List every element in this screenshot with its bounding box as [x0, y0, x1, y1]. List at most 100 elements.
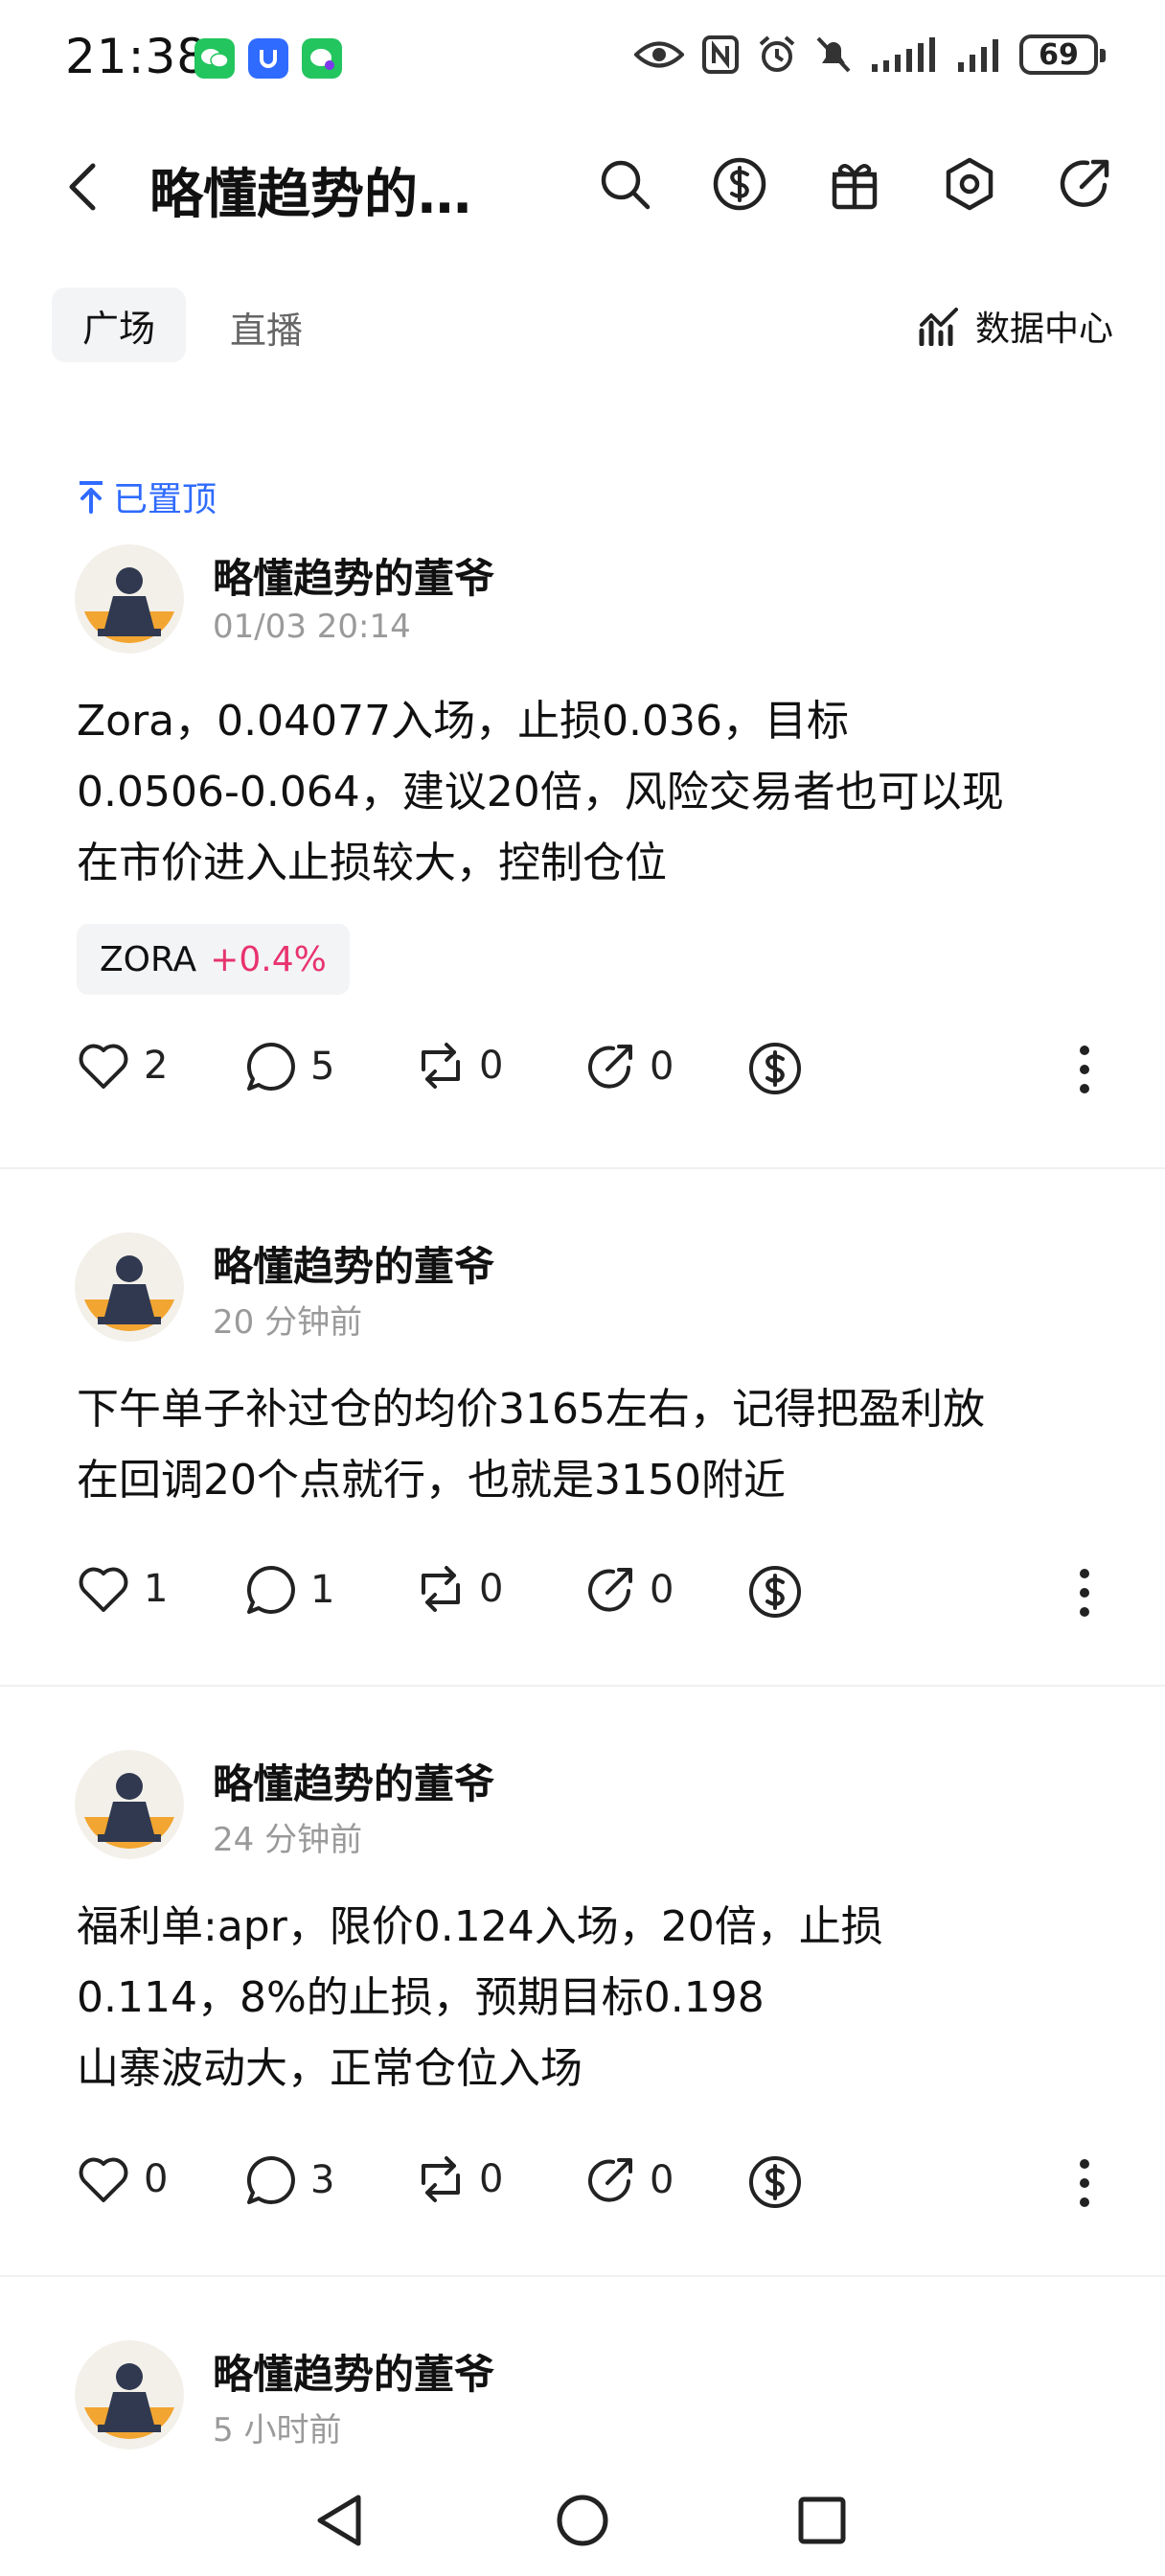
status-bar: 21:38 69	[0, 0, 1165, 115]
like-button[interactable]: 0	[77, 2154, 168, 2204]
comment-button[interactable]: 5	[245, 1041, 334, 1092]
avatar[interactable]	[75, 544, 184, 654]
tip-post-button[interactable]	[747, 2154, 803, 2210]
circle-home-icon	[557, 2495, 608, 2546]
data-center-button[interactable]: 数据中心	[918, 301, 1113, 351]
repost-button[interactable]: 0	[416, 1041, 503, 1091]
page-title: 略懂趋势的…	[149, 164, 471, 226]
share-icon	[588, 1568, 632, 1612]
search-icon	[601, 160, 651, 210]
avatar[interactable]	[75, 1232, 184, 1342]
heart-icon	[79, 1044, 128, 1089]
content-line: 在市价进入止损较大，控制仓位	[77, 839, 667, 887]
post-content[interactable]: 福利单:apr，限价0.124入场，20倍，止损 0.114，8%的止损，预期目…	[77, 1892, 1092, 2104]
comment-count: 1	[310, 1568, 335, 1612]
post-actions: 2 5 0 0	[77, 1041, 1092, 1102]
repost-button[interactable]: 0	[416, 1564, 503, 1614]
status-time: 21:38	[65, 29, 209, 84]
author-name[interactable]: 略懂趋势的董爷	[213, 1234, 494, 1293]
nav-recents-button[interactable]	[784, 2482, 860, 2559]
more-options-button[interactable]	[1077, 1566, 1092, 1623]
repost-icon	[422, 1566, 460, 1612]
author-name[interactable]: 略懂趋势的董爷	[213, 2342, 494, 2401]
triangle-back-icon	[317, 2495, 361, 2546]
content-line: Zora，0.04077入场，止损0.036，目标	[77, 697, 850, 746]
post-time: 5 小时前	[213, 2411, 342, 2450]
comment-button[interactable]: 1	[245, 1564, 334, 1616]
back-button[interactable]	[50, 153, 117, 220]
like-count: 2	[144, 1044, 169, 1088]
content-line: 0.0506-0.064，建议20倍，风险交易者也可以现	[77, 768, 1004, 816]
avatar[interactable]	[75, 2340, 184, 2450]
chevron-left-icon	[69, 163, 96, 211]
share-icon	[1060, 159, 1109, 207]
content-line: 0.114，8%的止损，预期目标0.198	[77, 1973, 765, 2022]
hexagon-settings-icon	[946, 157, 994, 211]
eye-icon	[634, 41, 684, 68]
mute-icon	[816, 36, 851, 73]
repost-count: 0	[479, 1567, 504, 1611]
data-center-label: 数据中心	[974, 310, 1113, 349]
tab-square[interactable]: 广场	[52, 288, 186, 362]
share-post-button[interactable]: 0	[584, 2154, 674, 2206]
ticker-tag[interactable]: ZORA +0.4%	[77, 924, 350, 995]
tip-post-button[interactable]	[747, 1041, 803, 1096]
share-button[interactable]	[1054, 153, 1115, 215]
post-content[interactable]: 下午单子补过仓的均价3165左右，记得把盈利放 在回调20个点就行，也就是315…	[77, 1374, 1092, 1516]
comment-icon	[247, 2155, 295, 2204]
tab-live[interactable]: 直播	[230, 301, 303, 354]
avatar[interactable]	[75, 1750, 184, 1859]
nav-back-button[interactable]	[301, 2482, 377, 2559]
dollar-circle-icon	[749, 1043, 801, 1094]
comment-icon	[247, 1565, 295, 1614]
battery-indicator: 69	[1019, 34, 1106, 75]
like-button[interactable]: 2	[77, 1041, 168, 1091]
like-count: 0	[144, 2157, 169, 2201]
post-content[interactable]: Zora，0.04077入场，止损0.036，目标 0.0506-0.064，建…	[77, 686, 1092, 899]
chart-icon	[919, 308, 958, 346]
comment-count: 5	[310, 1045, 335, 1089]
more-options-button[interactable]	[1077, 2156, 1092, 2214]
nfc-icon	[702, 35, 739, 74]
system-nav-bar	[0, 2463, 1165, 2576]
divider	[0, 2275, 1165, 2277]
like-button[interactable]: 1	[77, 1564, 168, 1614]
share-post-button[interactable]: 0	[584, 1041, 674, 1092]
settings-button[interactable]	[939, 153, 1000, 215]
tip-post-button[interactable]	[747, 1564, 803, 1620]
notification-icons	[194, 38, 342, 79]
share-count: 0	[650, 2158, 674, 2202]
repost-count: 0	[479, 2157, 504, 2201]
more-vertical-icon	[1080, 1046, 1089, 1093]
post-actions: 0 3 0 0	[77, 2154, 1092, 2216]
share-post-button[interactable]: 0	[584, 1564, 674, 1616]
content-line: 在回调20个点就行，也就是3150附近	[77, 1456, 786, 1505]
top-header: 略懂趋势的…	[0, 134, 1165, 240]
search-button[interactable]	[594, 153, 655, 215]
share-icon	[588, 1045, 632, 1089]
dollar-circle-icon	[749, 2156, 801, 2208]
tip-button[interactable]	[709, 153, 770, 215]
author-name[interactable]: 略懂趋势的董爷	[213, 1752, 494, 1810]
tab-bar: 广场 直播 数据中心	[0, 288, 1165, 364]
repost-icon	[422, 1043, 460, 1089]
dollar-circle-icon	[749, 1566, 801, 1618]
more-options-button[interactable]	[1077, 1043, 1092, 1100]
ticker-symbol: ZORA	[100, 939, 197, 979]
app-notification-icon	[248, 38, 288, 79]
author-name[interactable]: 略懂趋势的董爷	[213, 546, 494, 605]
heart-icon	[79, 1567, 128, 1612]
comment-button[interactable]: 3	[245, 2154, 334, 2206]
alarm-icon	[759, 35, 795, 72]
share-icon	[588, 2158, 632, 2202]
square-recents-icon	[798, 2496, 846, 2544]
divider	[0, 1167, 1165, 1169]
repost-button[interactable]: 0	[416, 2154, 503, 2204]
post-actions: 1 1 0 0	[77, 1564, 1092, 1625]
repost-icon	[422, 2156, 460, 2202]
nav-home-button[interactable]	[544, 2482, 621, 2559]
share-count: 0	[650, 1045, 674, 1089]
system-icons: 69	[634, 34, 1106, 75]
content-line: 福利单:apr，限价0.124入场，20倍，止损	[77, 1902, 883, 1951]
gift-button[interactable]	[824, 153, 885, 215]
